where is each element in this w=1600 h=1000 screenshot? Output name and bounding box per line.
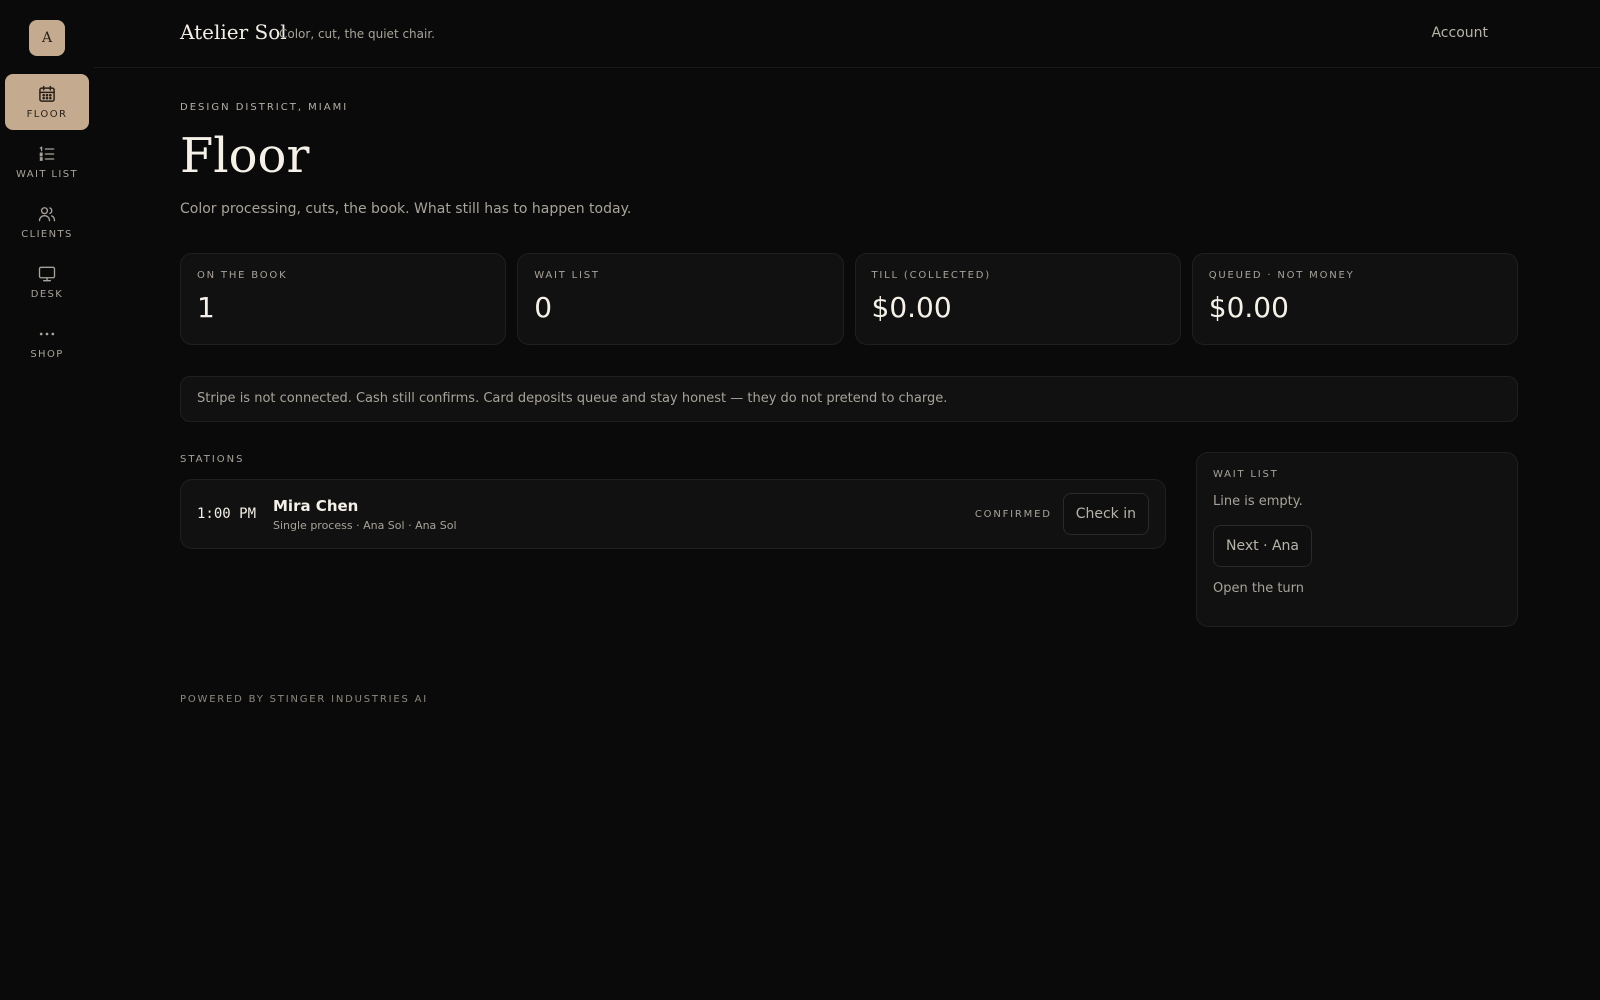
sidebar-item-clients[interactable]: CLIENTS [5, 194, 89, 250]
sidebar-item-label: CLIENTS [21, 229, 73, 240]
more-icon [39, 332, 55, 336]
open-turn-link[interactable]: Open the turn [1213, 581, 1501, 596]
sidebar-item-label: WAIT LIST [16, 169, 78, 180]
app-root: A FLOOR WAIT LIST CLIENTS DESK SHOP Atel… [0, 0, 1600, 1000]
sidebar-item-label: DESK [30, 289, 64, 300]
stat-card-till: TILL (COLLECTED) $0.00 [854, 253, 1181, 345]
appointment-info: Mira Chen Single process · Ana Sol · Ana… [273, 497, 975, 532]
stripe-notice: Stripe is not connected. Cash still conf… [180, 376, 1518, 422]
location-eyebrow: DESIGN DISTRICT, MIAMI [180, 102, 349, 113]
list-icon [39, 146, 55, 161]
page-title: Floor [180, 128, 310, 184]
client-name[interactable]: Mira Chen [273, 497, 975, 515]
calendar-icon [39, 85, 55, 102]
stat-value: 1 [197, 291, 215, 324]
sidebar-item-floor[interactable]: FLOOR [5, 74, 89, 130]
sidebar-item-wait-list[interactable]: WAIT LIST [5, 134, 89, 190]
table-row: 1:00 PM Mira Chen Single process · Ana S… [180, 479, 1166, 549]
sidebar-item-label: FLOOR [26, 109, 68, 120]
stat-value: $0.00 [871, 291, 952, 324]
users-icon [38, 207, 56, 222]
next-stylist-button[interactable]: Next · Ana [1213, 525, 1312, 567]
status-badge: CONFIRMED [974, 508, 1052, 520]
stat-value: $0.00 [1208, 291, 1289, 324]
stats-row: ON THE BOOK 1 WAIT LIST 0 TILL (COLLECTE… [180, 253, 1518, 345]
brand-tagline: Color, cut, the quiet chair. [279, 27, 435, 41]
waitlist-panel: WAIT LIST Line is empty. Next · Ana Open… [1196, 452, 1518, 627]
stat-value: 0 [534, 291, 553, 324]
footer-credit: POWERED BY STINGER INDUSTRIES AI [180, 694, 428, 705]
stat-card-queued: QUEUED · NOT MONEY $0.00 [1191, 253, 1518, 345]
appointment-time: 1:00 PM [197, 506, 257, 522]
avatar[interactable]: A [29, 20, 65, 56]
stat-label: QUEUED · NOT MONEY [1208, 270, 1355, 281]
stat-label: TILL (COLLECTED) [871, 270, 991, 281]
sidebar-item-label: SHOP [30, 349, 64, 360]
check-in-button[interactable]: Check in [1062, 493, 1149, 535]
stat-label: ON THE BOOK [197, 270, 288, 281]
sidebar-nav: FLOOR WAIT LIST CLIENTS DESK SHOP [5, 74, 89, 370]
stat-label: WAIT LIST [534, 270, 600, 281]
appointment-detail: Single process · Ana Sol · Ana Sol [273, 518, 457, 532]
waitlist-empty-text: Line is empty. [1213, 494, 1303, 509]
monitor-icon [38, 266, 56, 282]
sidebar-item-desk[interactable]: DESK [5, 254, 89, 310]
stations-heading: STATIONS [180, 454, 245, 465]
brand-name[interactable]: Atelier Sol [180, 20, 287, 44]
stat-card-wait-list: WAIT LIST 0 [517, 253, 844, 345]
waitlist-heading: WAIT LIST [1213, 469, 1279, 480]
account-link[interactable]: Account [1431, 25, 1488, 41]
sidebar-item-shop[interactable]: SHOP [5, 314, 89, 370]
sidebar: A FLOOR WAIT LIST CLIENTS DESK SHOP [0, 0, 94, 1000]
page-subtitle: Color processing, cuts, the book. What s… [180, 201, 632, 217]
stat-card-on-the-book: ON THE BOOK 1 [180, 253, 507, 345]
top-bar: Atelier Sol Color, cut, the quiet chair.… [94, 0, 1600, 68]
